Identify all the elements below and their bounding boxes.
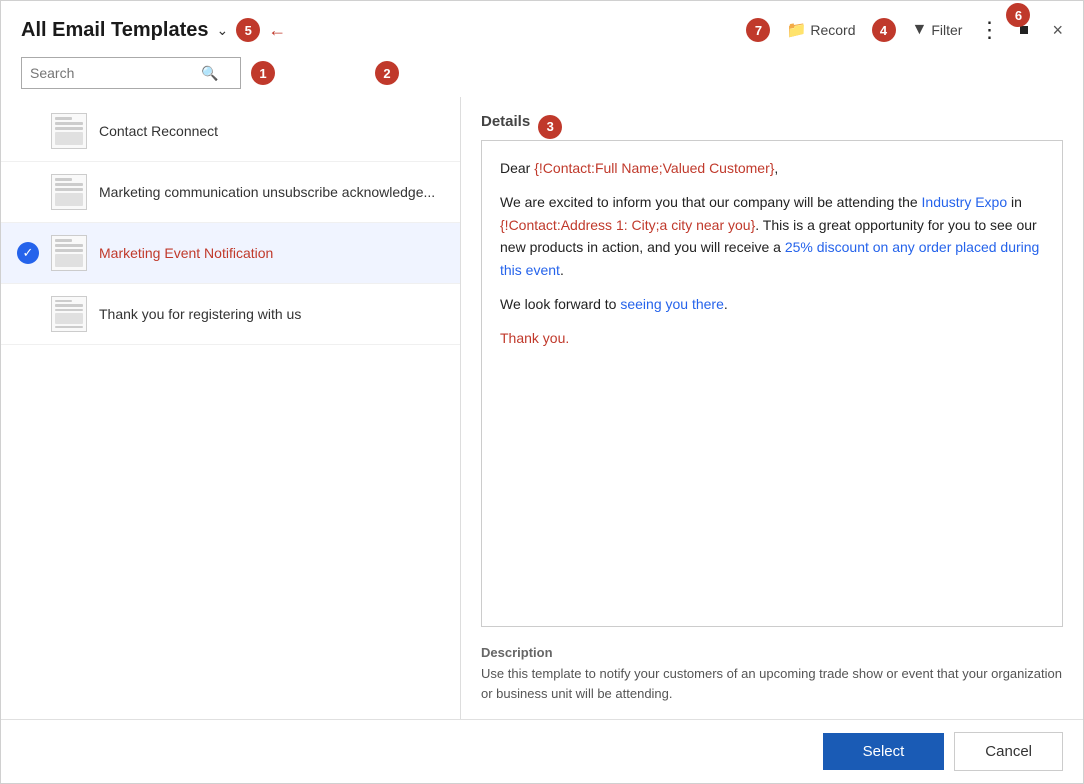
- merge-field-name: {!Contact:Full Name;Valued Customer}: [534, 160, 774, 176]
- search-icon[interactable]: 🔍: [201, 65, 235, 82]
- description-section: Description Use this template to notify …: [481, 645, 1063, 703]
- cancel-button[interactable]: Cancel: [954, 732, 1063, 771]
- arrow-5: ←: [268, 20, 286, 41]
- email-thankyou: Thank you.: [500, 330, 569, 346]
- more-options-area: ⋮ 6: [978, 17, 1000, 43]
- select-button[interactable]: Select: [823, 733, 945, 770]
- dialog-header: All Email Templates ⌄ 5 ← 7 📁 Record 4 ▼…: [1, 1, 1083, 53]
- template-icon: [51, 235, 87, 271]
- template-icon: [51, 174, 87, 210]
- search-area: 🔍 1 2: [1, 53, 1083, 97]
- dialog-title: All Email Templates: [21, 19, 208, 42]
- merge-field-city: {!Contact:Address 1: City;a city near yo…: [500, 217, 755, 233]
- record-button[interactable]: 📁 Record: [786, 20, 855, 40]
- template-list: Contact Reconnect Marketing communicatio…: [1, 97, 461, 719]
- description-label: Description: [481, 645, 1063, 660]
- template-name: Contact Reconnect: [99, 123, 218, 139]
- dialog-footer: Select Cancel: [1, 719, 1083, 783]
- filter-button[interactable]: ▼ Filter: [912, 21, 963, 39]
- details-panel: Details 3 Dear {!Contact:Full Name;Value…: [461, 97, 1083, 719]
- record-label: Record: [810, 22, 855, 38]
- annotation-badge-6: 6: [1006, 3, 1030, 27]
- highlight-seeing: seeing you there: [620, 296, 724, 312]
- list-item[interactable]: Thank you for registering with us: [1, 284, 460, 345]
- highlight-discount: 25% discount on any order placed during …: [500, 239, 1039, 277]
- title-dropdown-chevron[interactable]: ⌄: [216, 22, 228, 39]
- header-actions: 7 📁 Record 4 ▼ Filter ⋮ 6 ×: [746, 17, 1063, 43]
- email-body-2: We look forward to seeing you there.: [500, 293, 1044, 315]
- annotation-badge-1: 1: [251, 61, 275, 85]
- template-name: Thank you for registering with us: [99, 306, 301, 322]
- list-item-selected[interactable]: ✓ Marketing Event Notification: [1, 223, 460, 284]
- close-button[interactable]: ×: [1052, 20, 1063, 41]
- email-closing: Thank you.: [500, 327, 1044, 349]
- email-body-1: We are excited to inform you that our co…: [500, 191, 1044, 281]
- list-item[interactable]: Marketing communication unsubscribe ackn…: [1, 162, 460, 223]
- email-salutation: Dear {!Contact:Full Name;Valued Customer…: [500, 157, 1044, 179]
- annotation-badge-3: 3: [538, 115, 562, 139]
- email-preview: Dear {!Contact:Full Name;Valued Customer…: [481, 140, 1063, 627]
- details-heading: Details: [481, 113, 530, 130]
- record-icon: 📁: [786, 20, 806, 40]
- template-icon: [51, 296, 87, 332]
- highlight-expo: Industry Expo: [922, 194, 1008, 210]
- filter-icon: ▼: [912, 21, 928, 39]
- main-content: Contact Reconnect Marketing communicatio…: [1, 97, 1083, 719]
- annotation-badge-4: 4: [872, 18, 896, 42]
- annotation-badge-7: 7: [746, 18, 770, 42]
- title-area: All Email Templates ⌄ 5 ←: [21, 18, 286, 42]
- dot-indicator: [1020, 26, 1028, 34]
- email-templates-dialog: All Email Templates ⌄ 5 ← 7 📁 Record 4 ▼…: [0, 0, 1084, 784]
- template-icon: [51, 113, 87, 149]
- annotation-badge-5: 5: [236, 18, 260, 42]
- more-options-button[interactable]: ⋮: [978, 17, 1000, 43]
- list-item[interactable]: Contact Reconnect: [1, 101, 460, 162]
- filter-label: Filter: [931, 22, 962, 38]
- template-name-selected: Marketing Event Notification: [99, 245, 273, 261]
- annotation-badge-2: 2: [375, 61, 399, 85]
- template-name: Marketing communication unsubscribe ackn…: [99, 184, 435, 200]
- check-indicator: ✓: [17, 242, 39, 264]
- description-text: Use this template to notify your custome…: [481, 664, 1063, 703]
